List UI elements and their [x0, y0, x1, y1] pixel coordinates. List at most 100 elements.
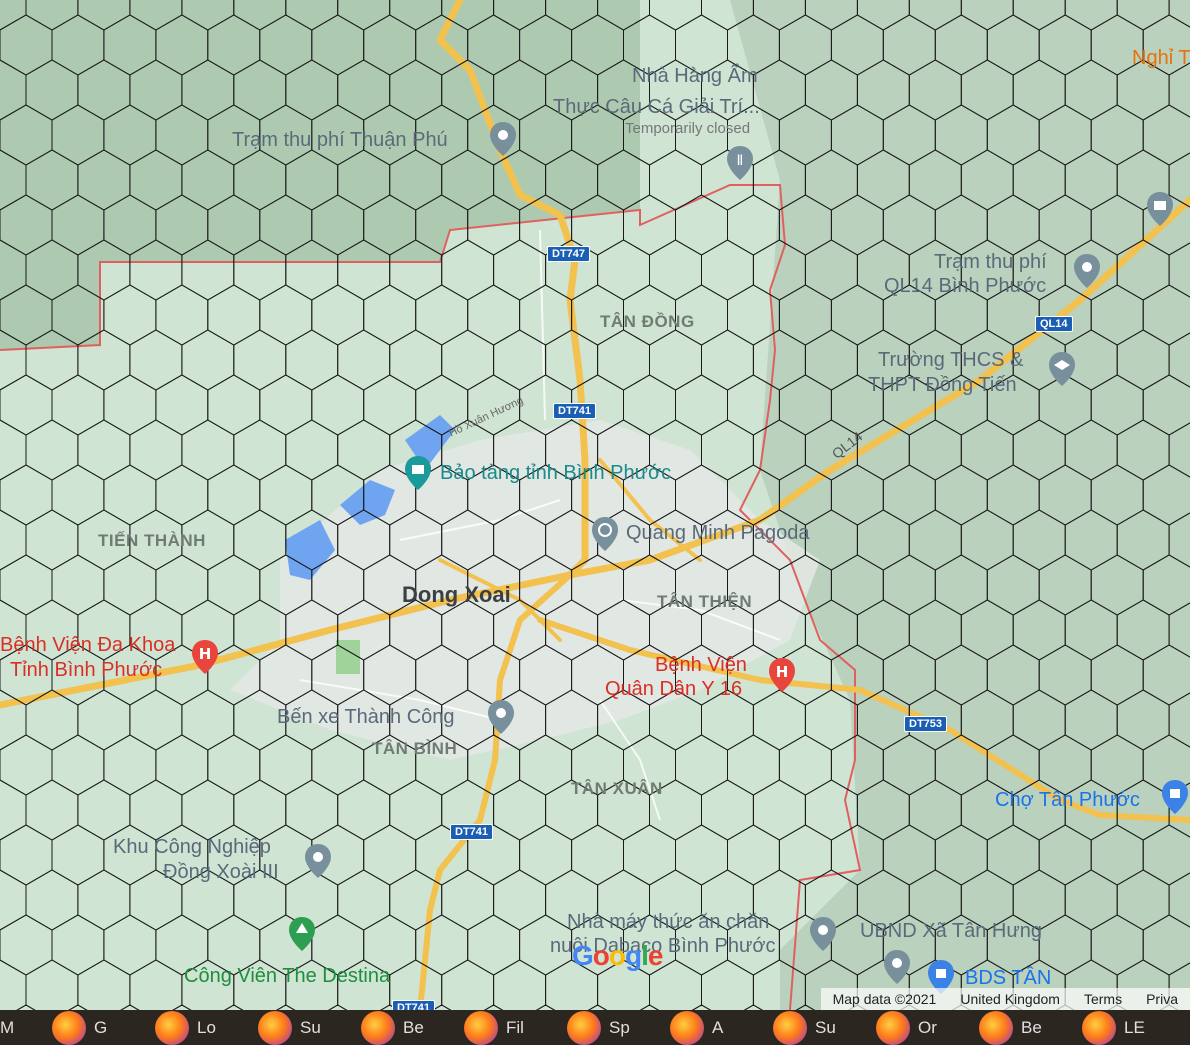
firefox-icon [773, 1010, 807, 1045]
shop-pin-icon[interactable] [1160, 778, 1190, 816]
taskbar-item[interactable]: Lo [155, 1010, 258, 1045]
road-shield-dt741: DT741 [450, 824, 494, 840]
taskbar: M G Lo Su Be Fil Sp A Su Or Be LE [0, 1010, 1190, 1045]
taskbar-item[interactable]: M [0, 1018, 52, 1038]
firefox-icon [876, 1010, 910, 1045]
taskbar-item-label: G [94, 1017, 108, 1037]
map-pin-icon[interactable] [808, 915, 838, 953]
google-logo: Google [572, 940, 664, 972]
map-pin-icon[interactable] [303, 842, 333, 880]
area-label-tan-binh: TÂN BÌNH [372, 739, 458, 758]
taskbar-item-label: Sp [609, 1017, 630, 1037]
road-shield-dt741: DT741 [553, 403, 597, 419]
hospital-pin-icon[interactable]: H [190, 638, 220, 676]
place-label-benh-vien-quan-dan[interactable]: Bệnh Viện [655, 655, 747, 675]
place-label-ben-xe[interactable]: Bến xe Thành Công [277, 707, 455, 727]
school-pin-icon[interactable] [1047, 350, 1077, 388]
svg-text:H: H [776, 663, 789, 681]
taskbar-item-label: Be [1021, 1017, 1042, 1037]
restaurant-pin-icon[interactable]: Ⅱ [725, 144, 755, 182]
taskbar-item-label: M [0, 1017, 15, 1037]
place-label-quang-minh[interactable]: Quang Minh Pagoda [626, 523, 809, 543]
place-label-truong[interactable]: Trường THCS & [878, 350, 1023, 370]
place-label-benh-vien-quan-dan[interactable]: Quân Dân Y 16 [605, 679, 742, 699]
google-logo-letter: o [592, 940, 610, 971]
region-link[interactable]: United Kingdom [948, 991, 1072, 1007]
firefox-icon [52, 1010, 86, 1045]
taskbar-item-label: LE [1124, 1017, 1145, 1037]
map-pin-icon[interactable] [488, 120, 518, 158]
taskbar-item[interactable]: A [670, 1010, 773, 1045]
google-logo-letter: g [625, 940, 642, 971]
svg-text:H: H [199, 645, 212, 663]
privacy-link[interactable]: Priva [1134, 991, 1190, 1007]
place-label-benh-vien-da-khoa[interactable]: Bệnh Viện Đa Khoa [0, 635, 175, 655]
government-pin-icon[interactable] [1145, 190, 1175, 228]
hospital-pin-icon[interactable]: H [767, 656, 797, 694]
taskbar-item-label: A [712, 1017, 724, 1037]
google-logo-letter: o [608, 940, 626, 971]
map-data-label: Map data ©2021 [832, 991, 937, 1007]
place-label-nghi[interactable]: Nghỉ T [1132, 48, 1190, 68]
taskbar-item[interactable]: Sp [567, 1010, 670, 1045]
map-pin-icon[interactable] [1072, 252, 1102, 290]
museum-pin-icon[interactable] [403, 454, 433, 492]
park-pin-icon[interactable] [287, 915, 317, 953]
area-label-tan-xuan: TÂN XUÂN [571, 779, 663, 798]
place-label-tram-thuan-phu[interactable]: Trạm thu phí Thuận Phú [232, 130, 448, 150]
svg-text:Ⅱ: Ⅱ [737, 153, 744, 169]
firefox-icon [155, 1010, 189, 1045]
taskbar-item[interactable]: Fil [464, 1010, 567, 1045]
taskbar-item-label: Su [300, 1017, 321, 1037]
area-label-tan-thien: TÂN THIỆN [657, 592, 753, 611]
taskbar-item[interactable]: Su [258, 1010, 361, 1045]
map-viewport[interactable]: Ⅱ H H DT747 DT741 DT741 DT741 QL14 DT753… [0, 0, 1190, 1010]
taskbar-item-label: Or [918, 1017, 937, 1037]
google-logo-letter: e [647, 940, 664, 971]
taskbar-item-label: Be [403, 1017, 424, 1037]
place-label-khu-cong-nghiep[interactable]: Khu Công Nghiệp [113, 837, 271, 857]
google-logo-letter: G [572, 940, 594, 971]
place-label-nha-may[interactable]: Nhà máy thức ăn chăn [567, 912, 769, 932]
place-label-tram-ql14[interactable]: QL14 Bình Phước [884, 276, 1046, 296]
place-label-cho-tan-phuoc[interactable]: Chợ Tân Phước [995, 790, 1140, 810]
road-shield-ql14: QL14 [1035, 316, 1073, 332]
taskbar-item[interactable]: Be [361, 1010, 464, 1045]
place-status-label: Temporarily closed [625, 120, 751, 137]
place-label-benh-vien-da-khoa[interactable]: Tỉnh Bình Phước [10, 660, 162, 680]
google-logo-letter: l [641, 940, 649, 971]
firefox-icon [1082, 1010, 1116, 1045]
taskbar-item[interactable]: Be [979, 1010, 1082, 1045]
firefox-icon [464, 1010, 498, 1045]
firefox-icon [361, 1010, 395, 1045]
taskbar-item[interactable]: LE [1082, 1010, 1185, 1045]
taskbar-item[interactable]: G [52, 1010, 155, 1045]
city-label: Dong Xoai [402, 582, 511, 607]
place-label-bao-tang[interactable]: Bảo tàng tỉnh Bình Phước [440, 463, 671, 483]
area-label-tan-dong: TÂN ĐỒNG [600, 312, 695, 331]
place-label-tram-ql14[interactable]: Trạm thu phí [934, 252, 1047, 272]
place-label-khu-cong-nghiep[interactable]: Đồng Xoài III [163, 862, 279, 882]
map-pin-icon[interactable] [486, 698, 516, 736]
firefox-icon [258, 1010, 292, 1045]
road-shield-dt741: DT741 [392, 1000, 436, 1010]
taskbar-item-label: Su [815, 1017, 836, 1037]
pagoda-pin-icon[interactable] [590, 515, 620, 553]
taskbar-item-label: Lo [197, 1017, 216, 1037]
taskbar-item[interactable]: Su [773, 1010, 876, 1045]
area-label-tien-thanh: TIẾN THÀNH [98, 531, 206, 550]
place-label-nha-hang[interactable]: Thực Câu Cá Giải Trí... [553, 97, 760, 117]
taskbar-item-label: Fil [506, 1017, 524, 1037]
map-canvas[interactable] [0, 0, 1190, 1010]
place-label-cong-vien[interactable]: Công Viên The Destina [184, 966, 390, 986]
road-shield-dt747: DT747 [547, 246, 591, 262]
road-shield-dt753: DT753 [904, 716, 948, 732]
terms-link[interactable]: Terms [1072, 991, 1134, 1007]
map-attribution: Map data ©2021 United Kingdom Terms Priv… [820, 988, 1190, 1010]
place-label-ubnd[interactable]: UBND Xã Tân Hưng [860, 921, 1042, 941]
map-pin-icon[interactable] [882, 948, 912, 986]
place-label-truong[interactable]: THPT Đồng Tiến [868, 375, 1017, 395]
taskbar-item[interactable]: Or [876, 1010, 979, 1045]
place-label-bds-tan[interactable]: BDS TÂN [965, 968, 1051, 988]
place-label-nha-hang[interactable]: Nhà Hàng Ẩm [632, 66, 758, 86]
